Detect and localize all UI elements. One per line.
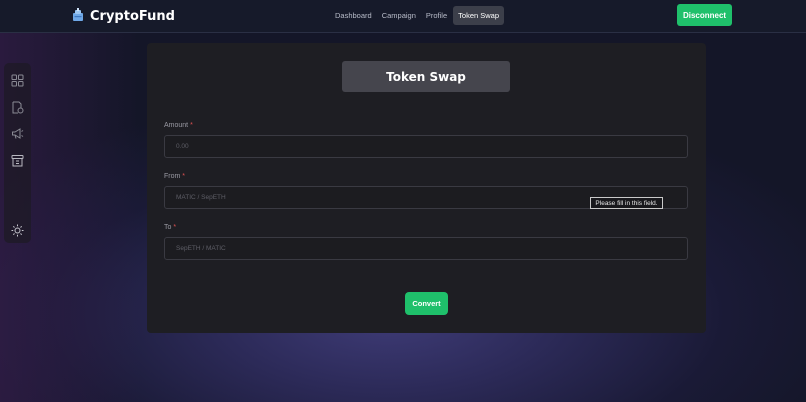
from-label: From *: [164, 173, 185, 180]
from-required-mark: *: [182, 173, 186, 180]
form-title-box: Token Swap: [342, 61, 510, 92]
theme-sun-icon[interactable]: [11, 222, 24, 237]
validation-tooltip: Please fill in this field.: [590, 197, 663, 209]
sidebar: [4, 63, 31, 243]
brand-title: CryptoFund: [90, 8, 175, 24]
main-nav: Dashboard Campaign Profile Token Swap: [331, 5, 505, 25]
amount-label-text: Amount: [164, 122, 189, 129]
create-campaign-icon[interactable]: [11, 99, 24, 114]
amount-required-mark: *: [190, 122, 193, 129]
nav-campaign[interactable]: Campaign: [378, 6, 420, 25]
amount-input[interactable]: [164, 135, 688, 158]
token-swap-panel: Token Swap Amount * From * To * Please f…: [147, 43, 706, 333]
to-label-text: To: [164, 224, 172, 231]
top-navbar: CryptoFund Dashboard Campaign Profile To…: [0, 0, 806, 33]
nav-profile[interactable]: Profile: [422, 6, 451, 25]
amount-label: Amount *: [164, 122, 193, 129]
brand[interactable]: CryptoFund: [72, 7, 175, 25]
dashboard-icon[interactable]: [11, 72, 24, 87]
disconnect-button[interactable]: Disconnect: [677, 4, 732, 26]
megaphone-icon[interactable]: [11, 125, 24, 139]
logo-icon: [72, 7, 84, 26]
convert-button[interactable]: Convert: [405, 292, 448, 315]
swap-icon[interactable]: [11, 152, 24, 167]
form-title: Token Swap: [386, 69, 466, 84]
nav-token-swap[interactable]: Token Swap: [453, 5, 505, 25]
nav-dashboard[interactable]: Dashboard: [331, 6, 376, 25]
to-token-input[interactable]: [164, 237, 688, 260]
to-label: To *: [164, 224, 176, 231]
to-required-mark: *: [173, 224, 177, 231]
from-label-text: From: [164, 173, 181, 180]
